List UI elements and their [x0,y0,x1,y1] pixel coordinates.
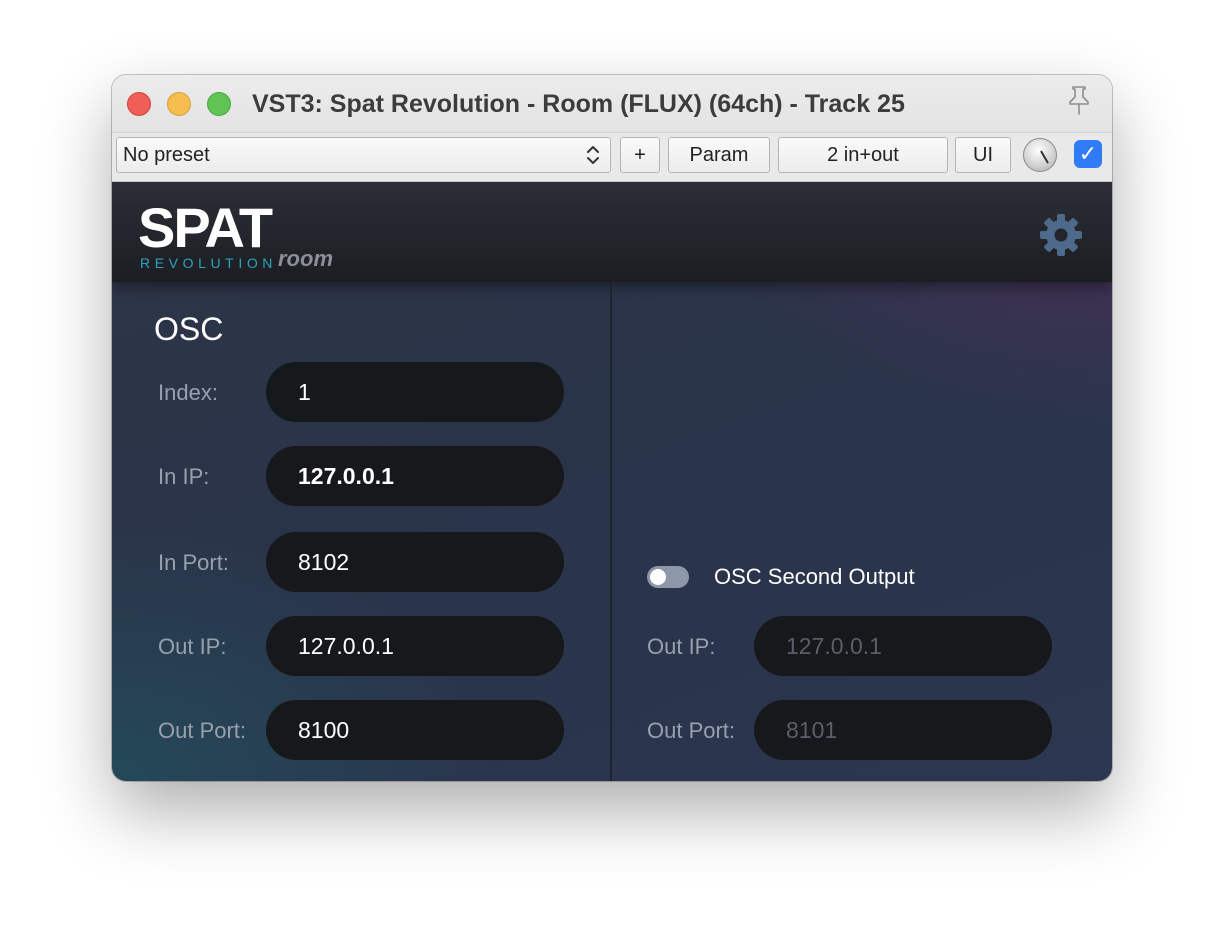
ui-button[interactable]: UI [955,137,1011,173]
gear-icon[interactable] [1038,212,1084,258]
out-port-field[interactable]: 8100 [266,700,564,760]
window-title: VST3: Spat Revolution - Room (FLUX) (64c… [252,90,905,118]
preset-select[interactable]: No preset [116,137,611,173]
toggle-knob [650,569,666,585]
index-field[interactable]: 1 [266,362,564,422]
osc-second-output-label: OSC Second Output [714,564,915,589]
minimize-window-button[interactable] [167,92,191,116]
second-out-port-label: Out Port: [647,718,736,743]
column-divider [610,282,612,781]
preset-value: No preset [123,144,210,166]
param-button[interactable]: Param [668,137,770,173]
bypass-checkbox[interactable]: ✓ [1074,140,1102,168]
plugin-variant-label: room [278,246,333,271]
out-ip-field[interactable]: 127.0.0.1 [266,616,564,676]
plugin-header: SPAT REVOLUTION room [112,182,1112,282]
host-toolbar: No preset + Param 2 in+out UI ✓ [112,132,1112,182]
plugin-ui: SPAT REVOLUTION room OSC Index: 1 In IP:… [112,182,1112,781]
second-out-port-field[interactable]: 8101 [754,700,1052,760]
index-label: Index: [158,380,218,405]
osc-section-title: OSC [154,311,224,347]
checkmark-icon: ✓ [1078,141,1098,166]
add-preset-button[interactable]: + [620,137,660,173]
out-port-label: Out Port: [158,718,247,743]
wet-knob[interactable] [1023,138,1057,172]
spat-logo: SPAT [138,196,273,259]
title-bar[interactable]: VST3: Spat Revolution - Room (FLUX) (64c… [112,75,1112,132]
in-port-field[interactable]: 8102 [266,532,564,592]
plugin-window: VST3: Spat Revolution - Room (FLUX) (64c… [112,75,1112,781]
io-config-button[interactable]: 2 in+out [778,137,948,173]
osc-second-output-toggle[interactable] [647,566,689,588]
pin-icon[interactable] [1062,83,1096,117]
spat-logo-subtitle: REVOLUTION [140,255,278,271]
second-out-ip-label: Out IP: [647,634,716,659]
in-ip-field[interactable]: 127.0.0.1 [266,446,564,506]
in-ip-label: In IP: [158,464,210,489]
second-out-ip-field[interactable]: 127.0.0.1 [754,616,1052,676]
close-window-button[interactable] [127,92,151,116]
zoom-window-button[interactable] [207,92,231,116]
up-down-chevron-icon [587,146,599,164]
out-ip-label: Out IP: [158,634,227,659]
in-port-label: In Port: [158,550,229,575]
